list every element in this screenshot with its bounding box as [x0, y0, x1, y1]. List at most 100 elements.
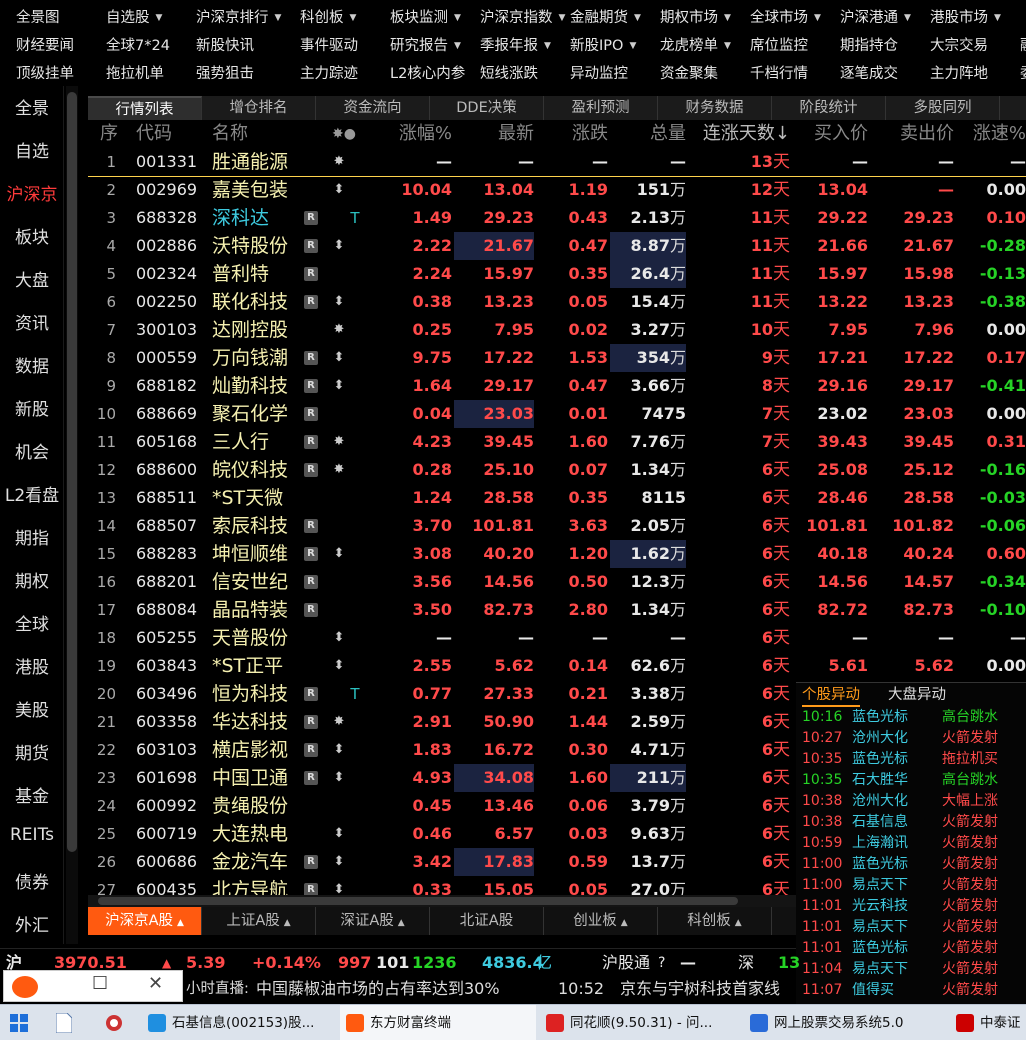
app-icon[interactable]	[104, 1005, 126, 1040]
news-headline[interactable]: 中国藤椒油市场的占有率达到30%	[256, 976, 500, 1002]
stock-name[interactable]: 信安世纪	[212, 568, 288, 596]
top-menu-item[interactable]: 自选股 ▼	[106, 6, 162, 27]
top-menu-item[interactable]: 沪深京指数 ▼	[480, 6, 565, 27]
stock-code[interactable]: 600719	[136, 820, 197, 848]
left-nav-item[interactable]: 新股	[0, 395, 64, 420]
top-menu-item[interactable]: 新股IPO ▼	[570, 34, 636, 55]
file-icon[interactable]	[56, 1005, 78, 1040]
left-nav-item[interactable]: 债券	[0, 868, 64, 893]
top-menu-item[interactable]: 全球7*24	[106, 34, 170, 55]
top-menu-item[interactable]: 顶级挂单	[16, 62, 74, 83]
stock-code[interactable]: 002250	[136, 288, 197, 316]
top-menu-item[interactable]: 金融期货 ▼	[570, 6, 641, 27]
table-row[interactable]: 4 002886 沃特股份 R ⬍ 2.22 21.67 0.47 8.87万 11天 21.66 2…	[88, 232, 1026, 260]
top-menu-item[interactable]: 沪深港通 ▼	[840, 6, 911, 27]
help-icon[interactable]: ?	[658, 949, 665, 977]
column-header-streak[interactable]: 连涨天数↓	[698, 120, 790, 148]
table-row[interactable]: 19 603843 *ST正平 ⬍ 2.55 5.62 0.14 62.6万 6天 5.61 5.6…	[88, 652, 1026, 680]
top-menu-item[interactable]: 席位监控	[750, 34, 808, 55]
column-header-bid[interactable]: 买入价	[792, 120, 868, 148]
table-row[interactable]: 1 001331 胜通能源 ✸ — — — — 13天 — — —	[88, 148, 1026, 176]
stock-name[interactable]: 索辰科技	[212, 512, 288, 540]
top-menu-item[interactable]: 板块监测 ▼	[390, 6, 461, 27]
left-nav-item[interactable]: 自选	[0, 137, 64, 162]
taskbar-window[interactable]: 东方财富终端	[340, 1005, 536, 1040]
mover-stock[interactable]: 蓝色光标	[852, 707, 908, 728]
table-row[interactable]: 13 688511 *ST天微 1.24 28.58 0.35 8115 6天 28.46 28.…	[88, 484, 1026, 512]
stock-code[interactable]: 605168	[136, 428, 197, 456]
mover-item[interactable]: 11:01 光云科技 火箭发射	[796, 896, 1026, 917]
stock-code[interactable]: 300103	[136, 316, 197, 344]
tab-item[interactable]: 盈利预测	[544, 96, 658, 120]
column-header-speed[interactable]: 涨速%	[956, 120, 1026, 148]
mover-stock[interactable]: 石基信息	[852, 812, 908, 833]
table-row[interactable]: 12 688600 皖仪科技 R ✸ 0.28 25.10 0.07 1.34万 6天 25.08 2…	[88, 456, 1026, 484]
stock-code[interactable]: 688669	[136, 400, 197, 428]
column-header-last[interactable]: 最新	[454, 120, 534, 148]
taskbar-window[interactable]: 网上股票交易系统5.0	[744, 1005, 946, 1040]
left-nav-item[interactable]: 期指	[0, 524, 64, 549]
top-menu-item[interactable]: 逐笔成交	[840, 62, 898, 83]
close-icon[interactable]: ✕	[148, 973, 163, 994]
mover-item[interactable]: 11:07 值得买 火箭发射	[796, 980, 1026, 1001]
market-tab[interactable]: 北证A股	[430, 907, 544, 935]
mover-stock[interactable]: 光云科技	[852, 896, 908, 917]
stock-code[interactable]: 603358	[136, 708, 197, 736]
mover-item[interactable]: 11:04 易点天下 火箭发射	[796, 959, 1026, 980]
stock-code[interactable]: 001331	[136, 148, 197, 176]
market-tab[interactable]: 科创板 ▲	[658, 907, 772, 935]
left-nav-item[interactable]: 全景	[0, 94, 64, 119]
left-scrollbar-thumb[interactable]	[67, 92, 77, 852]
stock-name[interactable]: 深科达	[212, 204, 269, 232]
table-row[interactable]: 15 688283 坤恒顺维 R ⬍ 3.08 40.20 1.20 1.62万 6天 40.18 4…	[88, 540, 1026, 568]
stock-name[interactable]: 三人行	[212, 428, 269, 456]
table-row[interactable]: 8 000559 万向钱潮 R ⬍ 9.75 17.22 1.53 354万 9天 17.21 17.…	[88, 344, 1026, 372]
horizontal-scrollbar-thumb[interactable]	[98, 897, 738, 905]
top-menu-item[interactable]: 事件驱动	[300, 34, 358, 55]
stock-code[interactable]: 688182	[136, 372, 197, 400]
column-header-seq[interactable]: 序	[100, 120, 118, 148]
tab-item[interactable]: DDE决策	[430, 96, 544, 120]
top-menu-item[interactable]: 资金聚集	[660, 62, 718, 83]
top-menu-item[interactable]: 季报年报 ▼	[480, 34, 551, 55]
mover-stock[interactable]: 易点天下	[852, 917, 908, 938]
left-nav-item[interactable]: 期货	[0, 739, 64, 764]
windows-start-icon[interactable]	[8, 1005, 34, 1040]
table-row[interactable]: 10 688669 聚石化学 R 0.04 23.03 0.01 7475 7天 23.02 23.…	[88, 400, 1026, 428]
left-nav-item[interactable]: 全球	[0, 610, 64, 635]
mover-item[interactable]: 10:38 沧州大化 大幅上涨	[796, 791, 1026, 812]
mover-stock[interactable]: 沧州大化	[852, 791, 908, 812]
stock-name[interactable]: 胜通能源	[212, 148, 288, 176]
mover-item[interactable]: 11:00 易点天下 火箭发射	[796, 875, 1026, 896]
taskbar-window[interactable]: 同花顺(9.50.31) - 问...	[540, 1005, 738, 1040]
table-row[interactable]: 18 605255 天普股份 ⬍ — — — — 6天 — — —	[88, 624, 1026, 652]
stock-code[interactable]: 688511	[136, 484, 197, 512]
stock-code[interactable]: 688507	[136, 512, 197, 540]
mover-item[interactable]: 10:38 石基信息 火箭发射	[796, 812, 1026, 833]
market-tab[interactable]: 沪深京A股 ▲	[88, 907, 202, 935]
stock-name[interactable]: 大连热电	[212, 820, 288, 848]
left-nav-item[interactable]: 资讯	[0, 309, 64, 334]
top-menu-item[interactable]: 异动监控	[570, 62, 628, 83]
top-menu-item[interactable]: 主力踪迹	[300, 62, 358, 83]
top-menu-item[interactable]: 龙虎榜单 ▼	[660, 34, 731, 55]
top-menu-item[interactable]: 全景图	[16, 6, 60, 27]
top-menu-item[interactable]: 港股市场 ▼	[930, 6, 1001, 27]
stock-name[interactable]: 北方导航	[212, 876, 288, 895]
stock-name[interactable]: 灿勤科技	[212, 372, 288, 400]
stock-code[interactable]: 600686	[136, 848, 197, 876]
stock-name[interactable]: 贵绳股份	[212, 792, 288, 820]
left-nav-item[interactable]: 大盘	[0, 266, 64, 291]
mover-stock[interactable]: 上海瀚讯	[852, 833, 908, 854]
stock-code[interactable]: 688201	[136, 568, 197, 596]
market-tab[interactable]: 上证A股 ▲	[202, 907, 316, 935]
left-nav-item[interactable]: 美股	[0, 696, 64, 721]
column-header-chg-pct[interactable]: 涨幅%	[368, 120, 452, 148]
top-menu-item[interactable]: 财经要闻	[16, 34, 74, 55]
left-nav-item[interactable]: 沪深京	[0, 180, 64, 205]
table-row[interactable]: 9 688182 灿勤科技 R ⬍ 1.64 29.17 0.47 3.66万 8天 29.16 29…	[88, 372, 1026, 400]
top-menu-item[interactable]: 大宗交易	[930, 34, 988, 55]
taskbar-window[interactable]: 中泰证	[950, 1005, 1026, 1040]
taskbar-window[interactable]: 石基信息(002153)股...	[142, 1005, 338, 1040]
table-row[interactable]: 5 002324 普利特 R 2.24 15.97 0.35 26.4万 11天 15.97 15.…	[88, 260, 1026, 288]
